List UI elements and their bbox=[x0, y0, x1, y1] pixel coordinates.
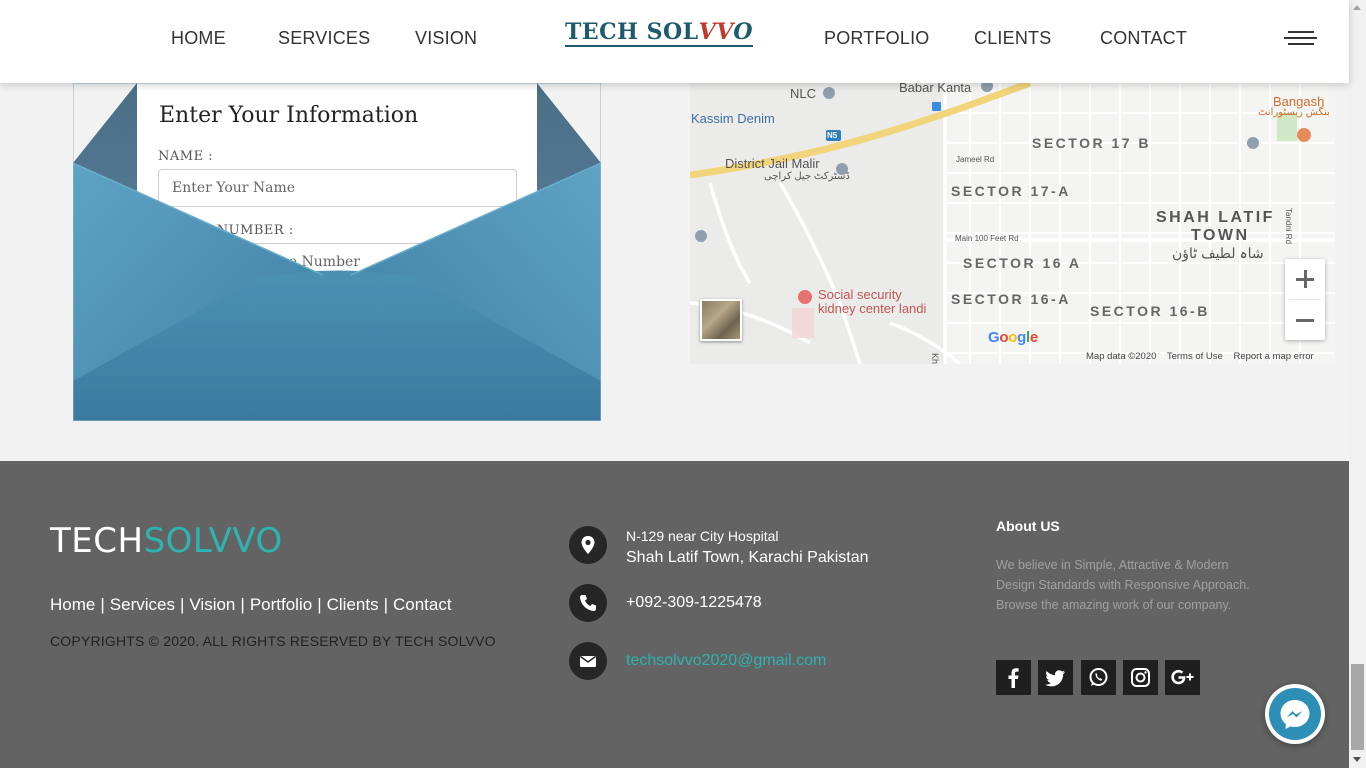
map-label-town: TOWN bbox=[1191, 227, 1250, 244]
map-label-district-jail-urdu: ڈسٹرکٹ جیل کراچی bbox=[764, 171, 850, 182]
name-label: NAME : bbox=[158, 149, 214, 164]
footer-link-services[interactable]: Services bbox=[110, 595, 175, 614]
footer-link-portfolio[interactable]: Portfolio bbox=[250, 595, 312, 614]
whatsapp-icon[interactable] bbox=[1081, 660, 1116, 695]
about-title: About US bbox=[996, 518, 1060, 534]
map-label-bangash-urdu: بنگش ریسٹورانٹ bbox=[1258, 107, 1330, 118]
mail-icon bbox=[569, 642, 607, 680]
nav-contact[interactable]: CONTACT bbox=[1100, 28, 1187, 49]
map-attribution: Map data ©2020 Terms of Use Report a map… bbox=[1086, 351, 1322, 362]
site-logo[interactable]: TECH SOLVVO bbox=[565, 19, 754, 47]
scroll-thumb[interactable] bbox=[1351, 664, 1364, 750]
map-label-tandni-rd: Tandni Rd bbox=[1284, 208, 1293, 245]
about-text: We believe in Simple, Attractive & Moder… bbox=[996, 558, 1250, 612]
twitter-icon[interactable] bbox=[1038, 660, 1073, 695]
address-line1: N-129 near City Hospital bbox=[626, 528, 779, 544]
phone-icon bbox=[569, 584, 607, 622]
nav-clients[interactable]: CLIENTS bbox=[974, 28, 1051, 49]
map-label-n5: N5 bbox=[827, 131, 838, 140]
nav-home[interactable]: HOME bbox=[171, 28, 226, 49]
instagram-icon[interactable] bbox=[1123, 660, 1158, 695]
location-icon bbox=[569, 526, 607, 564]
copyright-text: COPYRIGHTS © 2020. ALL RIGHTS RESERVED B… bbox=[50, 633, 496, 649]
footer-link-vision[interactable]: Vision bbox=[189, 595, 235, 614]
terms-of-use-link[interactable]: Terms of Use bbox=[1167, 351, 1223, 362]
footer-brand: TECHSOLVVO bbox=[50, 521, 283, 561]
footer-brand-white: TECH bbox=[50, 521, 144, 561]
footer-links: Home | Services | Vision | Portfolio | Clients | C… bbox=[50, 595, 452, 614]
logo-text-part1: TECH SOL bbox=[565, 19, 699, 45]
page-scrollbar[interactable] bbox=[1349, 0, 1366, 768]
email-link[interactable]: techsolvvo2020@gmail.com bbox=[626, 652, 826, 670]
map-label-shah-latif-urdu: شاہ لطیف ٹاؤن bbox=[1172, 245, 1264, 261]
address-line2: Shah Latif Town, Karachi Pakistan bbox=[626, 549, 869, 566]
phone-number: +092-309-1225478 bbox=[626, 594, 762, 611]
site-footer: TECHSOLVVO Home | Services | Vision | Portfoli… bbox=[0, 461, 1349, 768]
zoom-in-button[interactable] bbox=[1285, 259, 1325, 299]
footer-link-home[interactable]: Home bbox=[50, 595, 95, 614]
satellite-toggle[interactable] bbox=[700, 299, 742, 341]
menu-icon[interactable] bbox=[1284, 30, 1317, 47]
form-title: Enter Your Information bbox=[159, 103, 419, 128]
map-label-sector-16a: SECTOR 16 A bbox=[963, 255, 1082, 271]
map-label-sector-16b: SECTOR 16-B bbox=[1090, 303, 1210, 319]
google-plus-icon[interactable] bbox=[1165, 660, 1200, 695]
map-label-district-jail: District Jail Malir bbox=[725, 156, 820, 171]
map-label-kassim-denim: Kassim Denim bbox=[691, 111, 775, 126]
map-zoom-controls bbox=[1285, 259, 1325, 340]
map-label-shah-latif: SHAH LATIF bbox=[1156, 209, 1275, 226]
map-label-kh: Kh bbox=[930, 353, 940, 364]
name-input[interactable] bbox=[158, 169, 517, 207]
logo-text-part2: VV bbox=[698, 19, 734, 45]
map-label-jameel-rd: Jameel Rd bbox=[956, 155, 995, 164]
zoom-out-button[interactable] bbox=[1285, 300, 1325, 340]
logo-text-part3: O bbox=[733, 19, 754, 45]
messenger-icon bbox=[1269, 688, 1321, 740]
map-data-text: Map data ©2020 bbox=[1086, 351, 1157, 362]
phone-label: PHONE NUMBER : bbox=[158, 223, 294, 238]
map-label-sector-17a: SECTOR 17-A bbox=[951, 183, 1071, 199]
scroll-up-arrow[interactable] bbox=[1353, 5, 1361, 10]
nav-services[interactable]: SERVICES bbox=[278, 28, 370, 49]
footer-brand-teal: SOLVVO bbox=[143, 521, 283, 561]
form-letter: Enter Your Information NAME : PHONE NUMB… bbox=[137, 83, 537, 283]
phone-input[interactable] bbox=[158, 243, 517, 281]
report-map-error-link[interactable]: Report a map error bbox=[1233, 351, 1313, 362]
footer-link-clients[interactable]: Clients bbox=[327, 595, 379, 614]
google-logo: Google bbox=[988, 329, 1038, 346]
map-label-babar-kanta: Babar Kanta bbox=[899, 83, 972, 95]
map-label-nlc: NLC bbox=[790, 86, 817, 101]
scroll-down-arrow[interactable] bbox=[1353, 757, 1361, 762]
map-label-social-security-2: kidney center landi bbox=[818, 301, 927, 316]
map-label-sector-16a-2: SECTOR 16-A bbox=[951, 291, 1071, 307]
map-label-sector-17b: SECTOR 17 B bbox=[1032, 135, 1152, 151]
map-label-main-100-feet: Main 100 Feet Rd bbox=[955, 234, 1019, 243]
facebook-icon[interactable] bbox=[996, 660, 1031, 695]
footer-link-contact[interactable]: Contact bbox=[393, 595, 452, 614]
google-map[interactable]: Babar Kanta NLC Kassim Denim N5 District… bbox=[690, 83, 1335, 364]
envelope-form: Enter Your Information NAME : PHONE NUMB… bbox=[73, 83, 601, 421]
nav-portfolio[interactable]: PORTFOLIO bbox=[824, 28, 930, 49]
nav-vision[interactable]: VISION bbox=[415, 28, 477, 49]
messenger-chat-button[interactable] bbox=[1265, 684, 1325, 744]
top-navbar: HOME SERVICES VISION TECH SOLVVO PORTFOL… bbox=[0, 0, 1349, 83]
map-label-social-security-1: Social security bbox=[818, 287, 902, 302]
